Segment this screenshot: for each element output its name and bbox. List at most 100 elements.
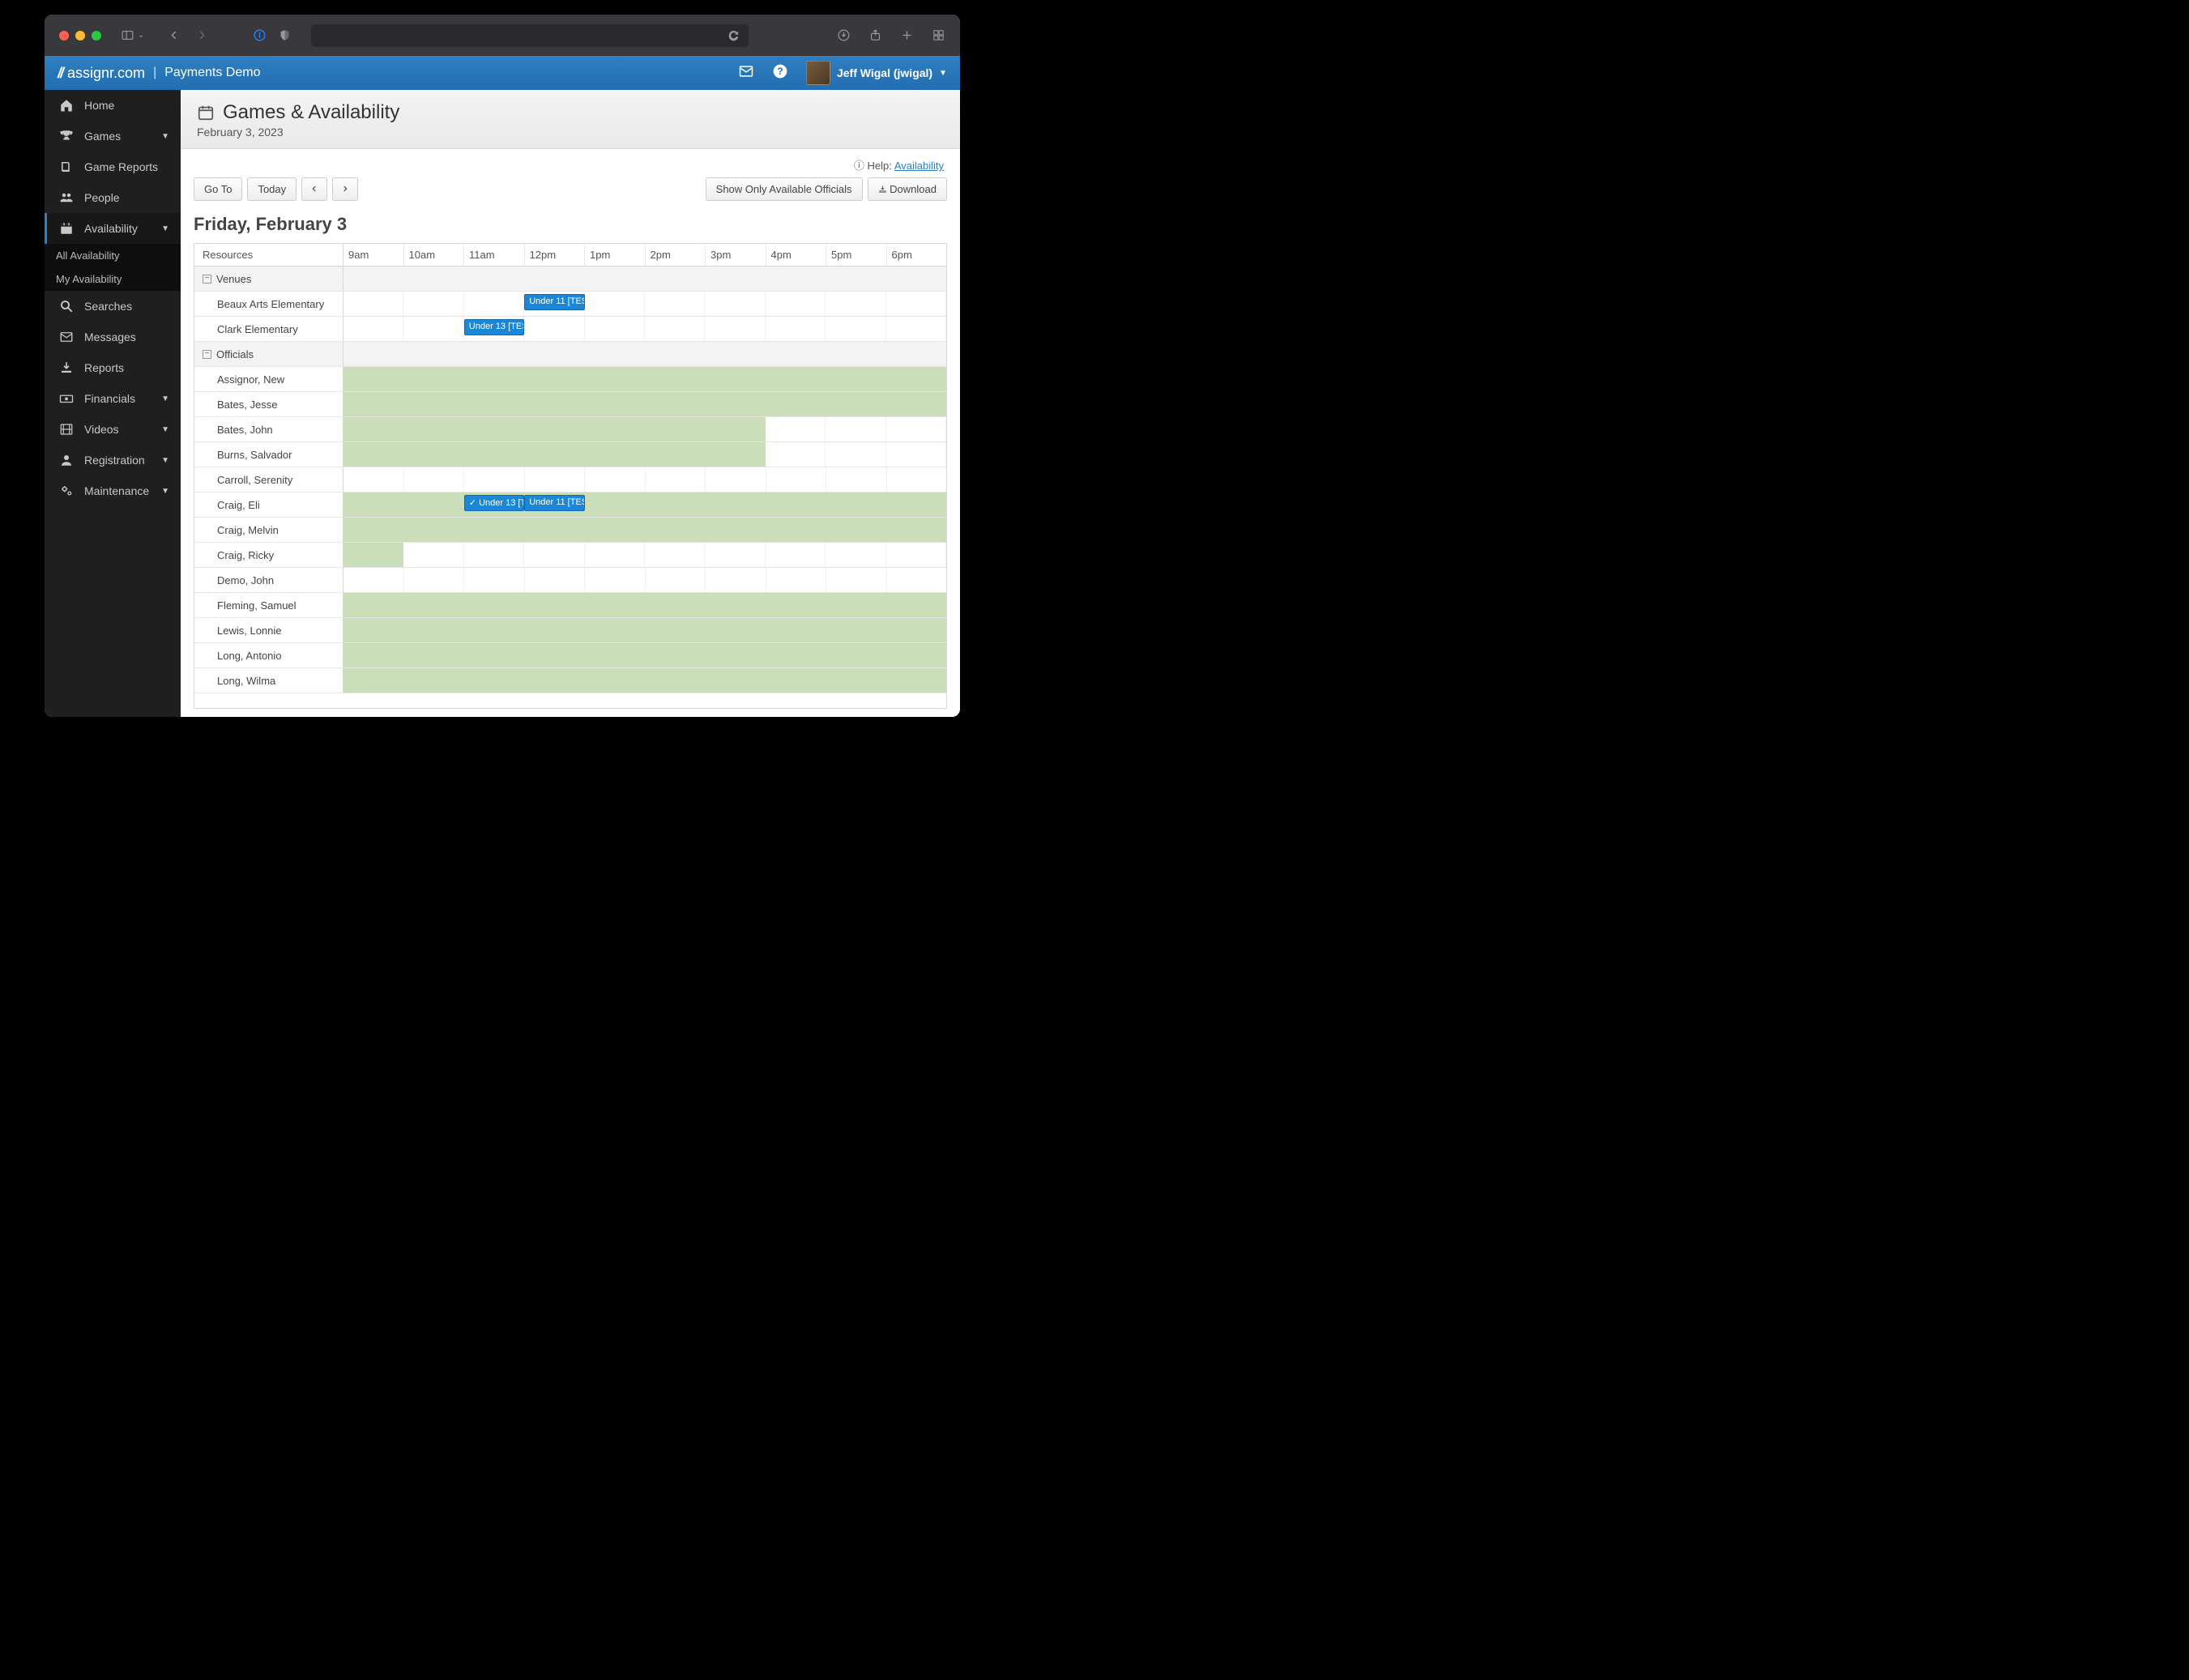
availability-bar[interactable]	[343, 442, 766, 467]
row-label[interactable]: Bates, Jesse	[194, 392, 343, 416]
sidenav-item-games[interactable]: Games▼	[45, 121, 181, 151]
schedule-cell[interactable]	[766, 417, 826, 441]
url-bar[interactable]	[311, 24, 749, 47]
row-label[interactable]: Assignor, New	[194, 367, 343, 391]
schedule-cell[interactable]	[645, 292, 705, 316]
row-label[interactable]: Craig, Eli	[194, 492, 343, 517]
schedule-cell[interactable]	[585, 467, 646, 492]
availability-bar[interactable]	[343, 543, 403, 567]
row-label[interactable]: Craig, Melvin	[194, 518, 343, 542]
sidenav-sub-my-availability[interactable]: My Availability	[45, 267, 181, 291]
schedule-cell[interactable]	[766, 543, 826, 567]
row-label[interactable]: Long, Antonio	[194, 643, 343, 667]
schedule-cell[interactable]	[705, 292, 765, 316]
availability-bar[interactable]	[343, 618, 946, 642]
schedule-cell[interactable]	[343, 467, 404, 492]
schedule-cell[interactable]	[404, 467, 465, 492]
schedule-cell[interactable]	[766, 317, 826, 341]
schedule-cell[interactable]	[886, 543, 946, 567]
schedule-cell[interactable]	[343, 568, 404, 592]
row-label[interactable]: Craig, Ricky	[194, 543, 343, 567]
tabs-overview-icon[interactable]	[932, 28, 945, 42]
schedule-cell[interactable]	[766, 292, 826, 316]
schedule-cell[interactable]	[404, 568, 465, 592]
schedule-cell[interactable]	[887, 568, 947, 592]
schedule-cell[interactable]	[886, 292, 946, 316]
schedule-cell[interactable]	[826, 568, 887, 592]
row-label[interactable]: Lewis, Lonnie	[194, 618, 343, 642]
schedule-cell[interactable]	[705, 543, 765, 567]
event-chip[interactable]: Under 13 [TEST	[464, 319, 524, 335]
schedule-cell[interactable]	[525, 266, 586, 291]
row-label[interactable]: Clark Elementary	[194, 317, 343, 341]
schedule-cell[interactable]	[585, 317, 645, 341]
prev-button[interactable]	[301, 177, 327, 201]
sidenav-item-videos[interactable]: Videos▼	[45, 414, 181, 445]
availability-bar[interactable]	[343, 593, 946, 617]
schedule-cell[interactable]	[464, 342, 525, 366]
schedule-cell[interactable]	[585, 568, 646, 592]
schedule-cell[interactable]	[585, 292, 645, 316]
shield-icon[interactable]	[278, 28, 292, 42]
schedule-cell[interactable]	[464, 568, 525, 592]
sidenav-item-availability[interactable]: Availability▼	[45, 213, 181, 244]
schedule-cell[interactable]	[826, 467, 887, 492]
chevron-down-icon[interactable]: ⌄	[138, 31, 144, 40]
schedule-cell[interactable]	[706, 342, 766, 366]
schedule-cell[interactable]	[646, 266, 706, 291]
schedule-cell[interactable]	[886, 442, 946, 467]
schedule-cell[interactable]	[826, 543, 885, 567]
row-label[interactable]: Fleming, Samuel	[194, 593, 343, 617]
row-label[interactable]: Burns, Salvador	[194, 442, 343, 467]
availability-bar[interactable]	[343, 367, 946, 391]
back-button[interactable]	[167, 28, 181, 42]
sidenav-sub-all-availability[interactable]: All Availability	[45, 244, 181, 267]
schedule-cell[interactable]	[343, 266, 404, 291]
schedule-cell[interactable]	[524, 543, 584, 567]
schedule-cell[interactable]	[404, 342, 465, 366]
new-tab-icon[interactable]	[900, 28, 914, 42]
availability-bar[interactable]	[343, 518, 946, 542]
schedule-cell[interactable]	[525, 467, 586, 492]
downloads-icon[interactable]	[837, 28, 851, 42]
schedule-cell[interactable]	[464, 292, 524, 316]
reload-icon[interactable]	[727, 28, 740, 42]
schedule-cell[interactable]	[766, 266, 827, 291]
schedule-cell[interactable]	[525, 342, 586, 366]
sidenav-item-searches[interactable]: Searches	[45, 291, 181, 322]
schedule-cell[interactable]	[766, 467, 827, 492]
schedule-cell[interactable]	[525, 568, 586, 592]
schedule-cell[interactable]	[766, 442, 826, 467]
schedule-cell[interactable]	[826, 292, 885, 316]
schedule-cell[interactable]	[343, 317, 403, 341]
show-available-button[interactable]: Show Only Available Officials	[706, 177, 863, 201]
schedule-cell[interactable]	[585, 543, 645, 567]
schedule-cell[interactable]	[343, 342, 404, 366]
event-chip[interactable]: ✓ Under 13 [TE	[464, 495, 524, 511]
schedule-cell[interactable]	[706, 467, 766, 492]
schedule-cell[interactable]	[826, 442, 885, 467]
availability-bar[interactable]	[343, 417, 766, 441]
sidenav-item-registration[interactable]: Registration▼	[45, 445, 181, 475]
schedule-cell[interactable]	[524, 317, 584, 341]
schedule-cell[interactable]	[766, 568, 827, 592]
schedule-cell[interactable]	[826, 342, 887, 366]
schedule-cell[interactable]	[464, 543, 524, 567]
sidenav-item-game-reports[interactable]: Game Reports	[45, 151, 181, 182]
schedule-cell[interactable]	[706, 266, 766, 291]
availability-bar[interactable]	[343, 643, 946, 667]
sidenav-item-reports[interactable]: Reports	[45, 352, 181, 383]
availability-bar[interactable]	[343, 668, 946, 693]
row-label[interactable]: Bates, John	[194, 417, 343, 441]
inbox-icon[interactable]	[738, 63, 754, 83]
schedule-cell[interactable]	[826, 266, 887, 291]
row-label[interactable]: Long, Wilma	[194, 668, 343, 693]
schedule-cell[interactable]	[887, 467, 947, 492]
sidenav-item-home[interactable]: Home	[45, 90, 181, 121]
schedule-cell[interactable]	[826, 317, 885, 341]
schedule-cell[interactable]	[887, 266, 947, 291]
row-label[interactable]: Beaux Arts Elementary	[194, 292, 343, 316]
schedule-cell[interactable]	[646, 467, 706, 492]
schedule-cell[interactable]	[826, 417, 885, 441]
schedule-cell[interactable]	[705, 317, 765, 341]
